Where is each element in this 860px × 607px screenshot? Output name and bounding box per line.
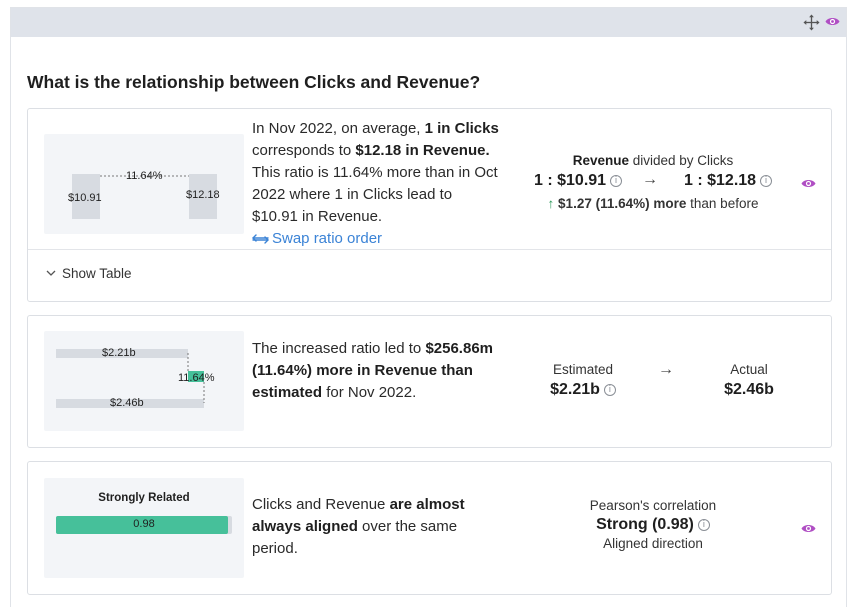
actual-value-label: $2.46b (110, 397, 144, 409)
estimated-value-text: $2.21b (550, 381, 600, 398)
ratio-row: 1 : $10.91 i → 1 : $12.18 i (518, 170, 788, 195)
swap-label: Swap ratio order (272, 230, 383, 247)
correlation-mini-chart: Strongly Related 0.98 (44, 478, 244, 578)
pct-change-label: 11.64% (126, 170, 163, 182)
correlation-direction: Aligned direction (603, 536, 703, 551)
show-table-label: Show Table (62, 266, 132, 281)
insight-panel: What is the relationship between Clicks … (10, 7, 847, 607)
estimate-description: The increased ratio led to $256.86m (11.… (252, 338, 502, 404)
correlation-card: Strongly Related 0.98 Clicks and Revenue… (27, 461, 832, 595)
correlation-label: Pearson's correlation (589, 498, 717, 513)
ratio-before: 1 : $10.91 i (534, 172, 623, 190)
arrow-up-icon: ↑ (547, 196, 555, 211)
desc-text: Clicks and Revenue (252, 496, 390, 513)
eye-icon[interactable] (801, 178, 816, 189)
ratio-mini-chart: $10.91 $12.18 11.64% (44, 134, 244, 234)
desc-text: for Nov 2022. (322, 384, 417, 401)
info-icon[interactable]: i (610, 175, 623, 187)
info-icon[interactable]: i (760, 175, 773, 187)
strength-title: Strongly Related (98, 492, 190, 504)
chevron-down-icon (46, 270, 56, 276)
ratio-before-value: 1 : $10.91 (534, 172, 607, 189)
estimate-mini-chart: $2.21b 11.64% $2.46b (44, 331, 244, 431)
info-icon[interactable]: i (697, 519, 710, 531)
actual-value: $2.46b (724, 381, 774, 398)
estimated-metric: Estimated $2.21b i (538, 362, 628, 399)
panel-toolbar (11, 8, 846, 37)
arrow-right-icon: → (658, 361, 674, 378)
info-icon[interactable]: i (603, 384, 616, 396)
ratio-mini-svg (72, 174, 217, 219)
correlation-value-text: Strong (0.98) (596, 516, 694, 533)
correlation-metric: Pearson's correlation Strong (0.98) i Ali… (558, 498, 748, 551)
swap-icon (252, 234, 269, 244)
desc-text: The increased ratio led to (252, 340, 426, 357)
change-value: $1.27 (11.64%) (558, 196, 650, 211)
ratio-card: $10.91 $12.18 11.64% In Nov 2022, on ave… (27, 108, 832, 302)
desc-text: In Nov 2022, on average, (252, 120, 425, 137)
question-title: What is the relationship between Clicks … (27, 72, 481, 92)
ratio-after-value: 1 : $12.18 (684, 172, 757, 189)
pct-change-label: 11.64% (178, 372, 215, 384)
correlation-value: Strong (0.98) i (596, 516, 710, 534)
metric-label: Revenue divided by Clicks (518, 153, 788, 168)
card-divider (28, 249, 831, 250)
estimate-card: $2.21b 11.64% $2.46b The increased ratio… (27, 315, 832, 448)
estimated-value-label: $2.21b (102, 347, 136, 359)
correlation-description: Clicks and Revenue are almost always ali… (252, 494, 502, 560)
before-value-label: $10.91 (68, 192, 102, 204)
eye-icon[interactable] (801, 523, 816, 534)
correlation-bar-value: 0.98 (133, 518, 155, 530)
arrow-right-icon: → (642, 171, 658, 188)
metric-label-bold: Revenue (572, 153, 629, 168)
desc-text: This ratio is 11.64% more than in Oct 20… (252, 164, 498, 225)
actual-label: Actual (730, 362, 768, 377)
after-value-label: $12.18 (186, 189, 220, 201)
eye-icon[interactable] (825, 16, 840, 27)
ratio-description: In Nov 2022, on average, 1 in Clicks cor… (252, 118, 502, 250)
move-icon[interactable] (803, 14, 820, 31)
actual-metric: Actual $2.46b (709, 362, 789, 399)
ratio-metric: Revenue divided by Clicks 1 : $10.91 i → … (518, 153, 788, 211)
metric-label-rest: divided by Clicks (628, 153, 734, 168)
ratio-after: 1 : $12.18 i (684, 172, 773, 190)
estimated-value: $2.21b i (550, 381, 616, 399)
show-table-toggle[interactable]: Show Table (46, 266, 132, 281)
desc-bold: $12.18 in Revenue. (355, 142, 490, 159)
change-line: ↑ $1.27 (11.64%) more than before (518, 196, 788, 211)
change-word: more (653, 196, 687, 211)
correlation-bar-track: 0.98 (56, 516, 232, 534)
swap-ratio-link[interactable]: Swap ratio order (252, 228, 502, 250)
change-suffix: than before (686, 196, 759, 211)
estimated-label: Estimated (552, 362, 614, 377)
desc-text: corresponds to (252, 142, 356, 159)
desc-bold: 1 in Clicks (424, 120, 499, 137)
